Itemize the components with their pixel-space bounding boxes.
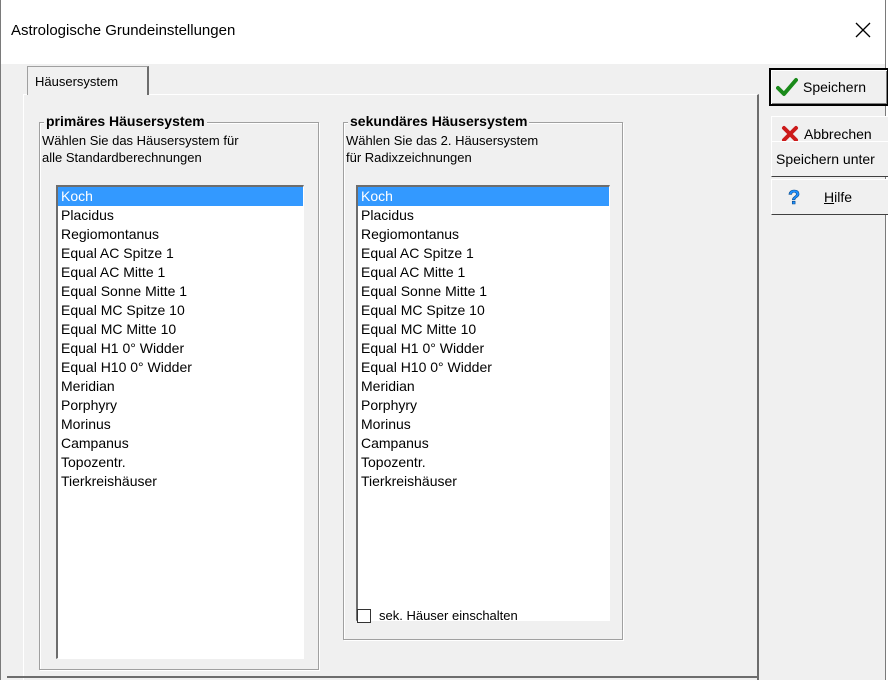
secondary-list-item[interactable]: Topozentr.: [358, 453, 609, 472]
secondary-list-item[interactable]: Meridian: [358, 377, 609, 396]
window-title: Astrologische Grundeinstellungen: [11, 22, 236, 39]
primary-list-item[interactable]: Equal AC Spitze 1: [58, 244, 303, 263]
primary-list-item[interactable]: Meridian: [58, 377, 303, 396]
close-icon: [855, 22, 871, 38]
primary-list-item[interactable]: Equal Sonne Mitte 1: [58, 282, 303, 301]
save-button[interactable]: Speichern: [769, 68, 888, 106]
primary-list-item[interactable]: Regiomontanus: [58, 225, 303, 244]
title-bar[interactable]: Astrologische Grundeinstellungen: [1, 0, 885, 64]
primary-house-system-list[interactable]: Koch Placidus Regiomontanus Equal AC Spitze…: [56, 185, 304, 659]
secondary-houses-toggle[interactable]: sek. Häuser einschalten: [357, 608, 518, 623]
dialog-window: Astrologische Grundeinstellungen Häusers…: [0, 0, 888, 680]
tab-haeusersystem[interactable]: Häusersystem: [27, 66, 149, 95]
tab-panel-bottom-edge: [7, 676, 759, 678]
primary-list-item[interactable]: Equal MC Mitte 10: [58, 320, 303, 339]
secondary-list-item[interactable]: Porphyry: [358, 396, 609, 415]
primary-house-system-group: primäres Häusersystem Wählen Sie das Häu…: [39, 113, 319, 670]
secondary-list-item[interactable]: Equal MC Mitte 10: [358, 320, 609, 339]
svg-text:?: ?: [788, 187, 800, 208]
help-button-label: Hilfe: [824, 189, 853, 205]
primary-list-item[interactable]: Topozentr.: [58, 453, 303, 472]
checkmark-icon: [775, 75, 799, 99]
primary-list-item[interactable]: Tierkreishäuser: [58, 472, 303, 491]
secondary-list-item[interactable]: Equal MC Spitze 10: [358, 301, 609, 320]
primary-list-item[interactable]: Campanus: [58, 434, 303, 453]
secondary-house-system-list[interactable]: Koch Placidus Regiomontanus Equal AC Spitze…: [356, 185, 610, 621]
primary-list-item[interactable]: Koch: [58, 187, 303, 206]
tab-label: Häusersystem: [35, 73, 119, 89]
secondary-list-item[interactable]: Equal Sonne Mitte 1: [358, 282, 609, 301]
primary-list-item[interactable]: Equal H10 0° Widder: [58, 358, 303, 377]
secondary-list-item[interactable]: Equal AC Spitze 1: [358, 244, 609, 263]
secondary-list-item[interactable]: Placidus: [358, 206, 609, 225]
primary-list-item[interactable]: Placidus: [58, 206, 303, 225]
secondary-list-item[interactable]: Equal H1 0° Widder: [358, 339, 609, 358]
secondary-houses-checkbox-label: sek. Häuser einschalten: [379, 608, 518, 623]
primary-list-item[interactable]: Equal AC Mitte 1: [58, 263, 303, 282]
secondary-list-item[interactable]: Koch: [358, 187, 609, 206]
secondary-group-description: Wählen Sie das 2. Häusersystem für Radix…: [346, 133, 539, 165]
cancel-button-label: Abbrechen: [804, 126, 872, 142]
secondary-list-item[interactable]: Regiomontanus: [358, 225, 609, 244]
primary-list-item[interactable]: Porphyry: [58, 396, 303, 415]
secondary-list-item[interactable]: Equal H10 0° Widder: [358, 358, 609, 377]
primary-list-item[interactable]: Equal H1 0° Widder: [58, 339, 303, 358]
primary-list-item[interactable]: Equal MC Spitze 10: [58, 301, 303, 320]
question-mark-icon: ?: [782, 185, 806, 209]
secondary-houses-checkbox[interactable]: [357, 608, 371, 623]
secondary-list-item[interactable]: Equal AC Mitte 1: [358, 263, 609, 282]
secondary-list-item[interactable]: Morinus: [358, 415, 609, 434]
secondary-list-item[interactable]: Campanus: [358, 434, 609, 453]
secondary-house-system-group: sekundäres Häusersystem Wählen Sie das 2…: [343, 113, 623, 640]
save-as-button[interactable]: Speichern unter: [771, 141, 888, 177]
close-button[interactable]: [841, 8, 885, 52]
dialog-client-area: Häusersystem primäres Häusersystem Wähle…: [1, 64, 888, 680]
primary-group-description: Wählen Sie das Häusersystem für alle Sta…: [42, 133, 239, 165]
secondary-group-title: sekundäres Häusersystem: [348, 113, 530, 129]
secondary-list-item[interactable]: Tierkreishäuser: [358, 472, 609, 491]
save-button-label: Speichern: [803, 79, 867, 95]
help-button[interactable]: ? Hilfe: [771, 179, 888, 215]
save-as-button-label: Speichern unter: [776, 151, 875, 167]
primary-list-item[interactable]: Morinus: [58, 415, 303, 434]
primary-group-title: primäres Häusersystem: [44, 113, 207, 129]
